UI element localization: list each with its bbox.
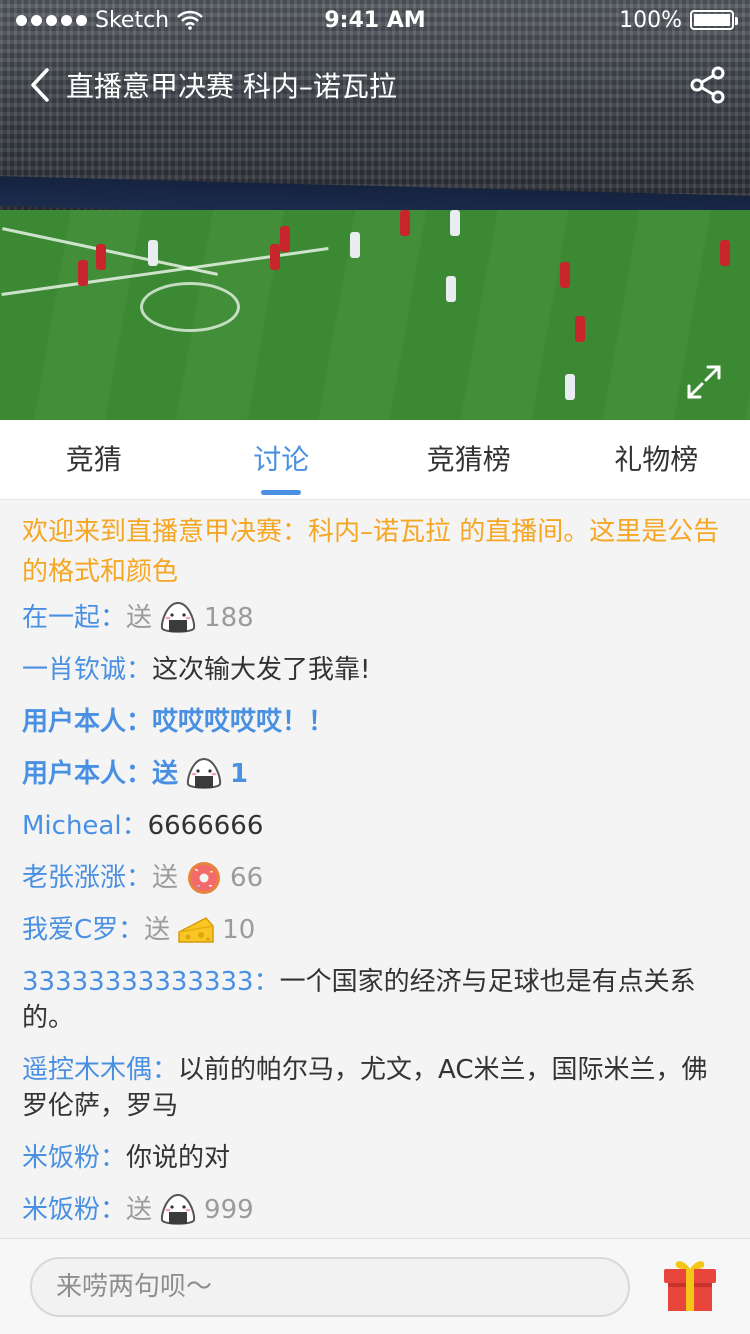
gift-quantity: 66: [230, 863, 264, 893]
live-video-player[interactable]: Sketch 9:41 AM 100% 直播意甲决赛 科内–诺瓦拉: [0, 0, 750, 420]
message-text: 这次输大发了我靠!: [152, 655, 371, 685]
donut-icon: [188, 862, 221, 894]
battery-icon: [690, 10, 738, 30]
rice-ball-icon: [161, 601, 196, 633]
gift-box-icon: [664, 1261, 716, 1311]
chat-list[interactable]: 欢迎来到直播意甲决赛：科内–诺瓦拉 的直播间。这里是公告的格式和颜色 在一起： …: [0, 500, 750, 1238]
send-label: 送: [126, 1195, 153, 1225]
tab-discussion[interactable]: 讨论: [188, 420, 376, 499]
username[interactable]: 米饭粉：: [22, 1192, 126, 1228]
username[interactable]: 33333333333333：: [22, 967, 280, 997]
chat-message: 米饭粉： 你说的对: [22, 1140, 728, 1176]
video-top-bar: 直播意甲决赛 科内–诺瓦拉: [0, 60, 750, 110]
expand-icon: [687, 365, 721, 399]
football-pitch: [0, 210, 750, 420]
username[interactable]: 用户本人：: [22, 704, 152, 740]
chevron-left-icon: [31, 68, 49, 102]
send-label: 送: [152, 759, 179, 789]
chat-message: 米饭粉： 送 999: [22, 1192, 728, 1228]
message-text: 6666666: [147, 811, 264, 841]
tab-guess[interactable]: 竞猜: [0, 420, 188, 499]
username[interactable]: 我爱C罗：: [22, 912, 144, 948]
username[interactable]: Micheal：: [22, 808, 148, 844]
gift-quantity: 1: [230, 759, 249, 789]
tab-bar: 竞猜 讨论 竞猜榜 礼物榜: [0, 420, 750, 500]
username[interactable]: 老张涨涨：: [22, 860, 152, 896]
send-label: 送: [144, 915, 171, 945]
message-text: 你说的对: [126, 1143, 231, 1173]
chat-message: Micheal： 6666666: [22, 808, 728, 844]
username[interactable]: 遥控木木偶：: [22, 1055, 178, 1085]
gift-button[interactable]: [660, 1255, 720, 1315]
rice-ball-icon: [161, 1193, 196, 1225]
fullscreen-button[interactable]: [686, 364, 722, 400]
chat-message-self: 用户本人： 送 1: [22, 756, 728, 792]
tab-gift-ranking[interactable]: 礼物榜: [563, 420, 750, 499]
chat-message: 33333333333333：一个国家的经济与足球也是有点关系的。: [22, 964, 728, 1036]
chat-message: 老张涨涨： 送 66: [22, 860, 728, 896]
announcement: 欢迎来到直播意甲决赛：科内–诺瓦拉 的直播间。这里是公告的格式和颜色: [22, 517, 720, 587]
cheese-icon: [178, 917, 214, 943]
gift-quantity: 999: [204, 1195, 254, 1225]
back-button[interactable]: [16, 60, 64, 110]
status-bar: Sketch 9:41 AM 100%: [0, 0, 750, 40]
chat-message: 在一起： 送 188: [22, 600, 728, 636]
chat-message: 遥控木木偶：以前的帕尔马，尤文，AC米兰，国际米兰，佛罗伦萨，罗马: [22, 1052, 728, 1124]
share-button[interactable]: [688, 65, 728, 105]
gift-quantity: 10: [222, 915, 256, 945]
send-label: 送: [152, 863, 179, 893]
tab-guess-ranking[interactable]: 竞猜榜: [375, 420, 563, 499]
rice-ball-icon: [187, 757, 222, 789]
username[interactable]: 一肖钦诚：: [22, 652, 152, 688]
message-text: 哎哎哎哎哎！！: [152, 707, 335, 737]
username[interactable]: 用户本人：: [22, 756, 152, 792]
chat-message: 一肖钦诚： 这次输大发了我靠!: [22, 652, 728, 688]
username[interactable]: 米饭粉：: [22, 1140, 126, 1176]
chat-message: 我爱C罗： 送 10: [22, 912, 728, 948]
chat-message-self: 用户本人： 哎哎哎哎哎！！: [22, 704, 728, 740]
composer-bar: 来唠两句呗～: [0, 1238, 750, 1334]
share-icon: [690, 66, 725, 104]
username[interactable]: 在一起：: [22, 600, 126, 636]
send-label: 送: [126, 603, 153, 633]
page-title: 直播意甲决赛 科内–诺瓦拉: [66, 70, 397, 103]
gift-quantity: 188: [204, 603, 254, 633]
status-time: 9:41 AM: [324, 7, 426, 33]
chat-input[interactable]: 来唠两句呗～: [30, 1257, 630, 1317]
